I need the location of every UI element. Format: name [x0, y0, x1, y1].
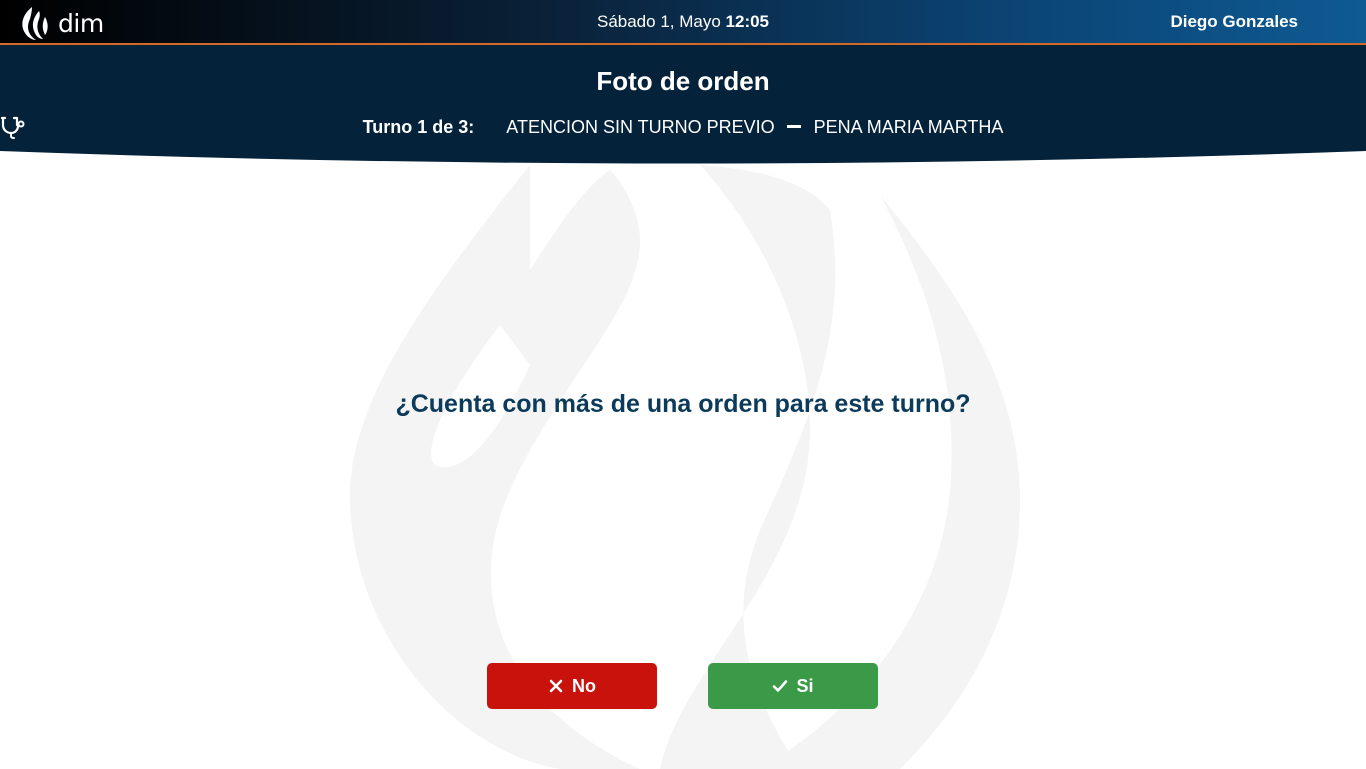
top-bar: dim Sábado 1, Mayo 12:05 Diego Gonzales [0, 0, 1366, 45]
si-button[interactable]: Si [708, 663, 878, 709]
si-button-label: Si [796, 675, 814, 696]
user-name[interactable]: Diego Gonzales [1170, 12, 1298, 32]
close-icon [549, 679, 563, 693]
stethoscope-icon [0, 116, 25, 139]
page-title: Foto de orden [596, 66, 770, 96]
no-button[interactable]: No [487, 663, 657, 709]
separator-dash [786, 124, 801, 128]
turno-info: Turno 1 de 3: ATENCION SIN TURNO PREVIO … [0, 115, 1366, 139]
header-background [0, 45, 1366, 164]
question-text: ¿Cuenta con más de una orden para este t… [395, 390, 971, 418]
date-text: Sábado 1, Mayo [596, 12, 721, 31]
patient-name: PENA MARIA MARTHA [813, 116, 1004, 137]
date-time: Sábado 1, Mayo 12:05 [0, 12, 1366, 32]
no-button-label: No [572, 675, 596, 696]
turno-label: Turno 1 de 3: [362, 116, 475, 137]
turno-type: ATENCION SIN TURNO PREVIO [506, 116, 775, 137]
flame-watermark-icon [350, 165, 1020, 769]
check-icon [773, 680, 788, 692]
time-text: 12:05 [725, 12, 770, 31]
page-header: Foto de orden Turno 1 de 3: ATENCION SIN… [0, 45, 1366, 167]
